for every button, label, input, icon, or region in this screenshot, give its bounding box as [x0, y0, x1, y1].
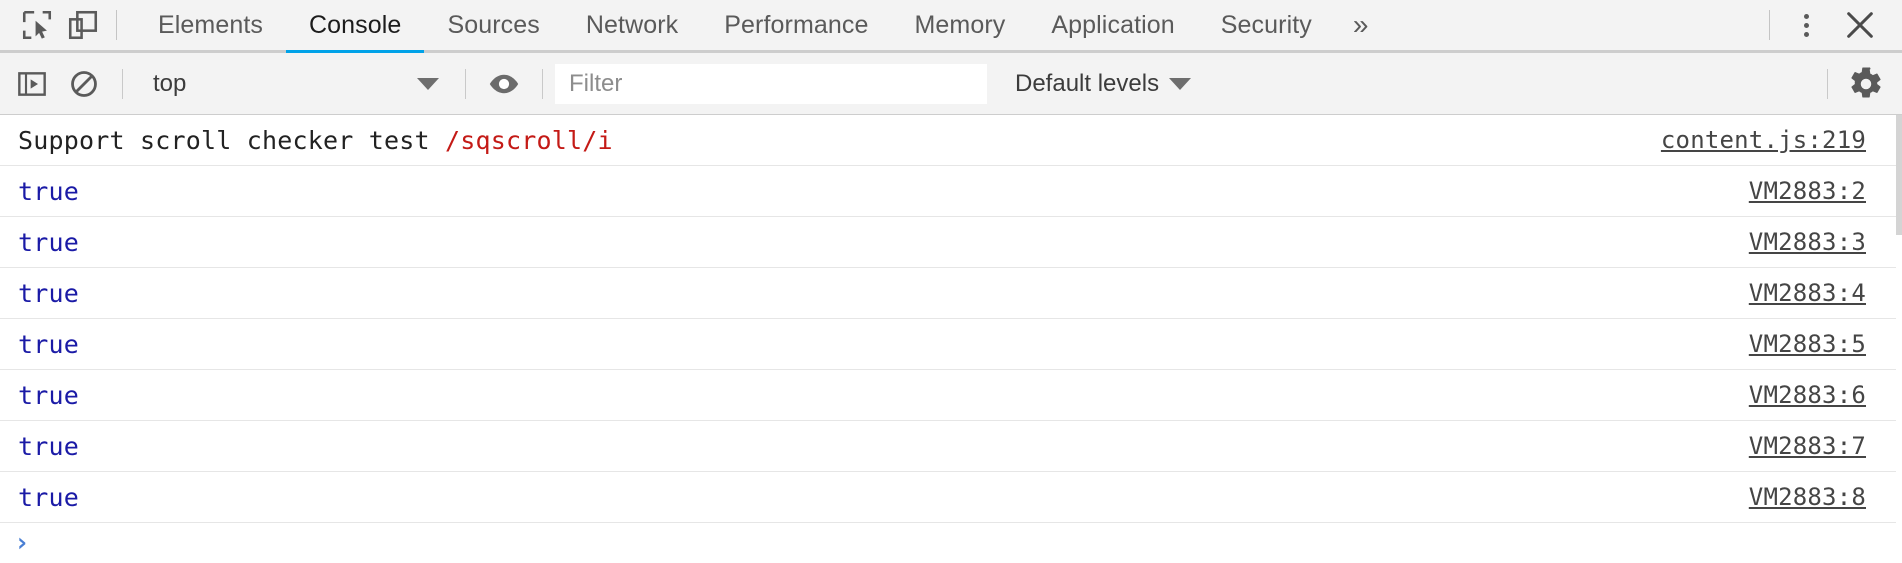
console-message-text: true — [18, 482, 80, 512]
message-text-plain: Support scroll checker test — [18, 125, 446, 155]
chevron-down-icon — [417, 77, 439, 90]
message-regex-literal: /sqscroll/i — [445, 125, 613, 155]
message-source-link[interactable]: VM2883:8 — [1749, 483, 1866, 511]
tab-sources[interactable]: Sources — [424, 0, 562, 50]
message-source-link[interactable]: VM2883:2 — [1749, 177, 1866, 205]
prompt-chevron-icon: › — [14, 528, 30, 558]
device-toolbar-icon[interactable] — [60, 0, 106, 50]
console-message-row[interactable]: true VM2883:5 — [0, 319, 1902, 370]
console-message-row[interactable]: true VM2883:7 — [0, 421, 1902, 472]
execution-context-selector[interactable]: top — [135, 62, 453, 106]
message-gutter — [0, 115, 18, 165]
tab-network[interactable]: Network — [563, 0, 701, 50]
tabbar-right-controls — [1759, 0, 1902, 50]
console-scrollbar-thumb[interactable] — [1896, 115, 1902, 235]
log-levels-selector[interactable]: Default levels — [1003, 62, 1203, 106]
console-message-text: Support scroll checker test /sqscroll/i — [18, 126, 613, 155]
console-sidebar-icon[interactable] — [6, 58, 58, 110]
console-message-text: true — [18, 329, 80, 359]
eye-icon[interactable] — [478, 58, 530, 110]
message-gutter — [0, 370, 18, 420]
tab-application[interactable]: Application — [1028, 0, 1197, 50]
console-message-row[interactable]: true VM2883:4 — [0, 268, 1902, 319]
toolbar-separator-2 — [465, 68, 466, 99]
console-message-row[interactable]: Support scroll checker test /sqscroll/i … — [0, 115, 1902, 166]
message-source-link[interactable]: VM2883:3 — [1749, 228, 1866, 256]
message-source-link[interactable]: VM2883:7 — [1749, 432, 1866, 460]
tab-console[interactable]: Console — [286, 0, 425, 53]
console-message-list[interactable]: Support scroll checker test /sqscroll/i … — [0, 115, 1902, 563]
message-gutter — [0, 166, 18, 216]
devtools-tabs: Elements Console Sources Network Perform… — [135, 0, 1387, 53]
console-message-text: true — [18, 380, 80, 410]
toolbar-separator-1 — [122, 68, 123, 99]
gear-icon[interactable] — [1840, 58, 1892, 110]
message-source-link[interactable]: VM2883:6 — [1749, 381, 1866, 409]
message-gutter — [0, 268, 18, 318]
tab-security[interactable]: Security — [1198, 0, 1335, 50]
tab-elements[interactable]: Elements — [135, 0, 286, 50]
console-message-text: true — [18, 227, 80, 257]
message-source-link[interactable]: VM2883:4 — [1749, 279, 1866, 307]
execution-context-value: top — [153, 69, 187, 97]
console-prompt[interactable]: › — [0, 523, 1902, 563]
toolbar-right-controls — [1815, 53, 1902, 114]
console-message-text: true — [18, 176, 80, 206]
message-gutter — [0, 421, 18, 471]
tabs-overflow-button[interactable]: » — [1335, 0, 1387, 50]
toolbar-separator-3 — [542, 68, 543, 99]
inspect-element-icon[interactable] — [14, 0, 60, 50]
message-gutter — [0, 217, 18, 267]
log-levels-value: Default levels — [1015, 69, 1160, 97]
chevron-down-icon — [1169, 77, 1192, 90]
kebab-menu-icon[interactable] — [1780, 0, 1832, 50]
tab-performance[interactable]: Performance — [701, 0, 891, 50]
console-message-text: true — [18, 431, 80, 461]
toolbar-separator-4 — [1827, 68, 1828, 99]
message-source-link[interactable]: VM2883:5 — [1749, 330, 1866, 358]
clear-console-icon[interactable] — [58, 58, 110, 110]
console-message-row[interactable]: true VM2883:2 — [0, 166, 1902, 217]
message-source-link[interactable]: content.js:219 — [1661, 126, 1866, 154]
console-message-text: true — [18, 278, 80, 308]
devtools-window: Elements Console Sources Network Perform… — [0, 0, 1902, 563]
tabbar-right-separator — [1769, 10, 1770, 40]
filter-input[interactable] — [555, 63, 987, 104]
tabbar-left-icons — [0, 0, 127, 50]
console-scrollbar[interactable] — [1896, 115, 1902, 563]
console-message-row[interactable]: true VM2883:8 — [0, 472, 1902, 523]
tabbar-separator — [116, 10, 117, 40]
message-gutter — [0, 319, 18, 369]
devtools-tabbar: Elements Console Sources Network Perform… — [0, 0, 1902, 53]
close-icon[interactable] — [1832, 0, 1888, 50]
tab-memory[interactable]: Memory — [891, 0, 1028, 50]
console-message-row[interactable]: true VM2883:3 — [0, 217, 1902, 268]
message-gutter — [0, 472, 18, 522]
console-message-row[interactable]: true VM2883:6 — [0, 370, 1902, 421]
console-toolbar: top Default levels — [0, 53, 1902, 115]
